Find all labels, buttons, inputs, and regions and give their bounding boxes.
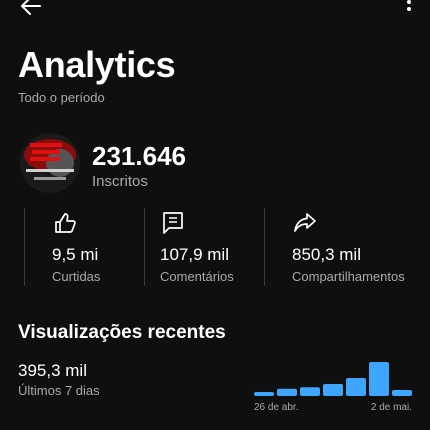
- chart-bar: [277, 388, 297, 396]
- channel-avatar[interactable]: [20, 133, 80, 193]
- chart-tick-label: 2 de mai.: [371, 402, 412, 413]
- back-button[interactable]: [18, 0, 46, 18]
- likes-label: Curtidas: [52, 269, 101, 284]
- comment-icon: [163, 212, 183, 234]
- avatar-image: [20, 133, 80, 193]
- period-label: Todo o período: [18, 90, 105, 105]
- share-icon: [294, 213, 316, 232]
- more-vert-icon: [407, 0, 411, 11]
- recent-views-value: 395,3 mil: [18, 361, 87, 380]
- divider: [264, 208, 265, 286]
- subscribers-label: Inscritos: [92, 173, 148, 190]
- thumbs-up-icon: [55, 213, 76, 233]
- shares-value: 850,3 mil: [292, 245, 361, 264]
- page-title: Analytics: [18, 44, 176, 85]
- chart-tick-label: 26 de abr.: [254, 402, 298, 413]
- shares-label: Compartilhamentos: [292, 269, 405, 284]
- more-options-button[interactable]: [404, 0, 414, 18]
- comments-label: Comentários: [160, 269, 234, 284]
- top-bar: [0, 0, 430, 24]
- recent-views-title: Visualizações recentes: [18, 322, 226, 343]
- comments-value: 107,9 mil: [160, 245, 229, 264]
- chart-bar: [323, 384, 343, 396]
- likes-value: 9,5 mi: [52, 245, 99, 264]
- chart-bar: [254, 392, 274, 396]
- chart-bar: [369, 362, 389, 396]
- subscribers-count: 231.646: [92, 141, 186, 171]
- recent-views-period: Últimos 7 dias: [18, 383, 100, 398]
- divider: [24, 208, 25, 286]
- chart-bar: [392, 390, 412, 396]
- divider: [144, 208, 145, 286]
- chart-bar: [346, 378, 366, 396]
- recent-views-chart[interactable]: 26 de abr. 2 de mai.: [250, 350, 420, 420]
- arrow-left-icon: [21, 0, 41, 15]
- chart-bar: [300, 387, 320, 396]
